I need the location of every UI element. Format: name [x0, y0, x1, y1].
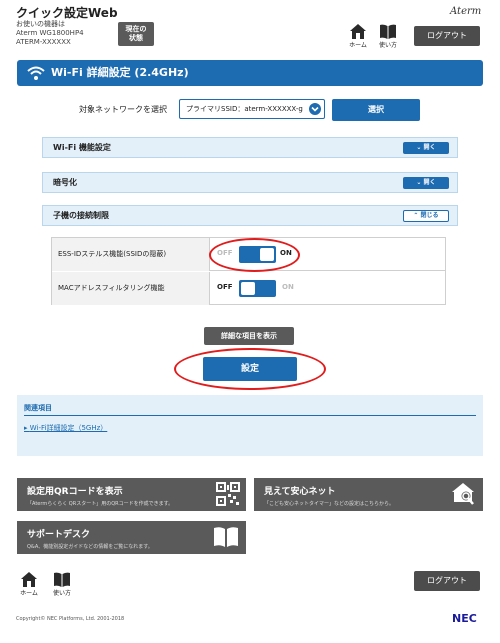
expand-button[interactable]: ⌄ 開く — [403, 177, 449, 189]
section-wifi-function[interactable]: Wi-Fi 機能設定 ⌄ 開く — [42, 137, 458, 158]
expand-label: 開く — [423, 179, 436, 186]
device-model: Aterm WG1800HP4 — [16, 29, 84, 37]
home-label: ホーム — [349, 42, 367, 49]
current-state-button[interactable]: 現在の状態 — [118, 22, 154, 46]
collapse-button[interactable]: ⌃ 閉じる — [403, 210, 449, 222]
show-details-button[interactable]: 詳細な項目を表示 — [204, 327, 294, 345]
setting-row-mac-filter: MACアドレスフィルタリング機能 OFF ON — [52, 272, 445, 305]
highlight-submit — [174, 348, 326, 390]
setting-label: MACアドレスフィルタリング機能 — [52, 272, 210, 305]
current-state-label: 現在の状態 — [125, 25, 147, 42]
home-icon — [21, 572, 37, 587]
setting-label: ESS-IDステルス機能(SSIDの隠蔽) — [52, 238, 210, 271]
related-link-label: Wi-Fi詳細設定（5GHz） — [29, 424, 108, 432]
book-icon — [54, 572, 70, 587]
toggle-off-label: OFF — [217, 283, 233, 291]
section-connection-limit[interactable]: 子機の接続制限 ⌃ 閉じる — [42, 205, 458, 226]
footer-home-button[interactable]: ホーム — [17, 572, 41, 598]
related-title: 関連項目 — [24, 404, 52, 412]
book-icon — [214, 527, 238, 547]
toggle-knob — [241, 282, 255, 295]
wifi-icon — [27, 66, 45, 80]
home-icon — [350, 24, 366, 39]
tile-desc: Q&A、機能別設定ガイドなどの情報をご覧になれます。 — [27, 544, 153, 550]
footer-guide-button[interactable]: 使い方 — [50, 572, 74, 598]
copyright: Copyright© NEC Platforms, Ltd. 2001-2018 — [16, 616, 125, 622]
toggle-on-label: ON — [282, 283, 294, 291]
qr-code-icon — [216, 482, 240, 506]
section-banner: Wi-Fi 詳細設定 (2.4GHz) — [17, 60, 483, 86]
tile-desc: 「こども安心ネットタイマー」などの設定はこちらから。 — [264, 501, 395, 507]
network-select-value: プライマリSSID：aterm-XXXXXX-g — [186, 105, 303, 113]
section-label: 子機の接続制限 — [53, 211, 109, 220]
support-desk-tile[interactable]: サポートデスク Q&A、機能別設定ガイドなどの情報をご覧になれます。 — [17, 521, 246, 554]
expand-button[interactable]: ⌄ 開く — [403, 142, 449, 154]
qr-code-tile[interactable]: 設定用QRコードを表示 「Atermらくらく QRスタート」用のQRコードを作成… — [17, 478, 246, 511]
tile-title: 見えて安心ネット — [264, 487, 336, 497]
related-link-5ghz[interactable]: ▸ Wi-Fi詳細設定（5GHz） — [24, 423, 107, 433]
tile-title: 設定用QRコードを表示 — [27, 487, 123, 497]
expand-label: 開く — [423, 144, 436, 151]
device-label: お使いの機器は — [16, 20, 65, 28]
section-label: 暗号化 — [53, 178, 77, 187]
mac-filter-toggle[interactable] — [239, 280, 276, 297]
setting-value: OFF ON — [211, 272, 445, 305]
divider — [24, 415, 476, 416]
guide-label: 使い方 — [52, 590, 71, 597]
guide-label: 使い方 — [378, 42, 397, 49]
book-icon — [380, 24, 396, 39]
home-search-icon — [452, 483, 474, 505]
tile-title: サポートデスク — [27, 530, 91, 540]
logout-button[interactable]: ログアウト — [414, 26, 480, 46]
device-name: ATERM-XXXXXX — [16, 38, 71, 46]
select-button[interactable]: 選択 — [332, 99, 420, 121]
home-label: ホーム — [20, 590, 38, 597]
guide-button[interactable]: 使い方 — [376, 24, 400, 50]
aterm-logo: Aterm — [450, 6, 482, 17]
section-label: Wi-Fi 機能設定 — [53, 143, 111, 152]
network-select-label: 対象ネットワークを選択 — [79, 105, 167, 114]
mieru-anshin-tile[interactable]: 見えて安心ネット 「こども安心ネットタイマー」などの設定はこちらから。 — [254, 478, 483, 511]
device-info: お使いの機器は Aterm WG1800HP4 ATERM-XXXXXX — [16, 20, 84, 47]
page-title: Wi-Fi 詳細設定 (2.4GHz) — [51, 66, 189, 79]
tile-desc: 「Atermらくらく QRスタート」用のQRコードを作成できます。 — [27, 501, 174, 507]
highlight-toggle — [209, 238, 300, 272]
collapse-label: 閉じる — [420, 212, 439, 219]
footer-logout-button[interactable]: ログアウト — [414, 571, 480, 591]
network-select[interactable]: プライマリSSID：aterm-XXXXXX-g — [179, 99, 325, 119]
home-button[interactable]: ホーム — [346, 24, 370, 50]
app-title: クイック設定Web — [16, 6, 118, 20]
related-section: 関連項目 ▸ Wi-Fi詳細設定（5GHz） — [17, 395, 483, 456]
nec-logo: NEC — [452, 612, 477, 625]
chevron-down-icon — [309, 103, 321, 115]
section-encryption[interactable]: 暗号化 ⌄ 開く — [42, 172, 458, 193]
